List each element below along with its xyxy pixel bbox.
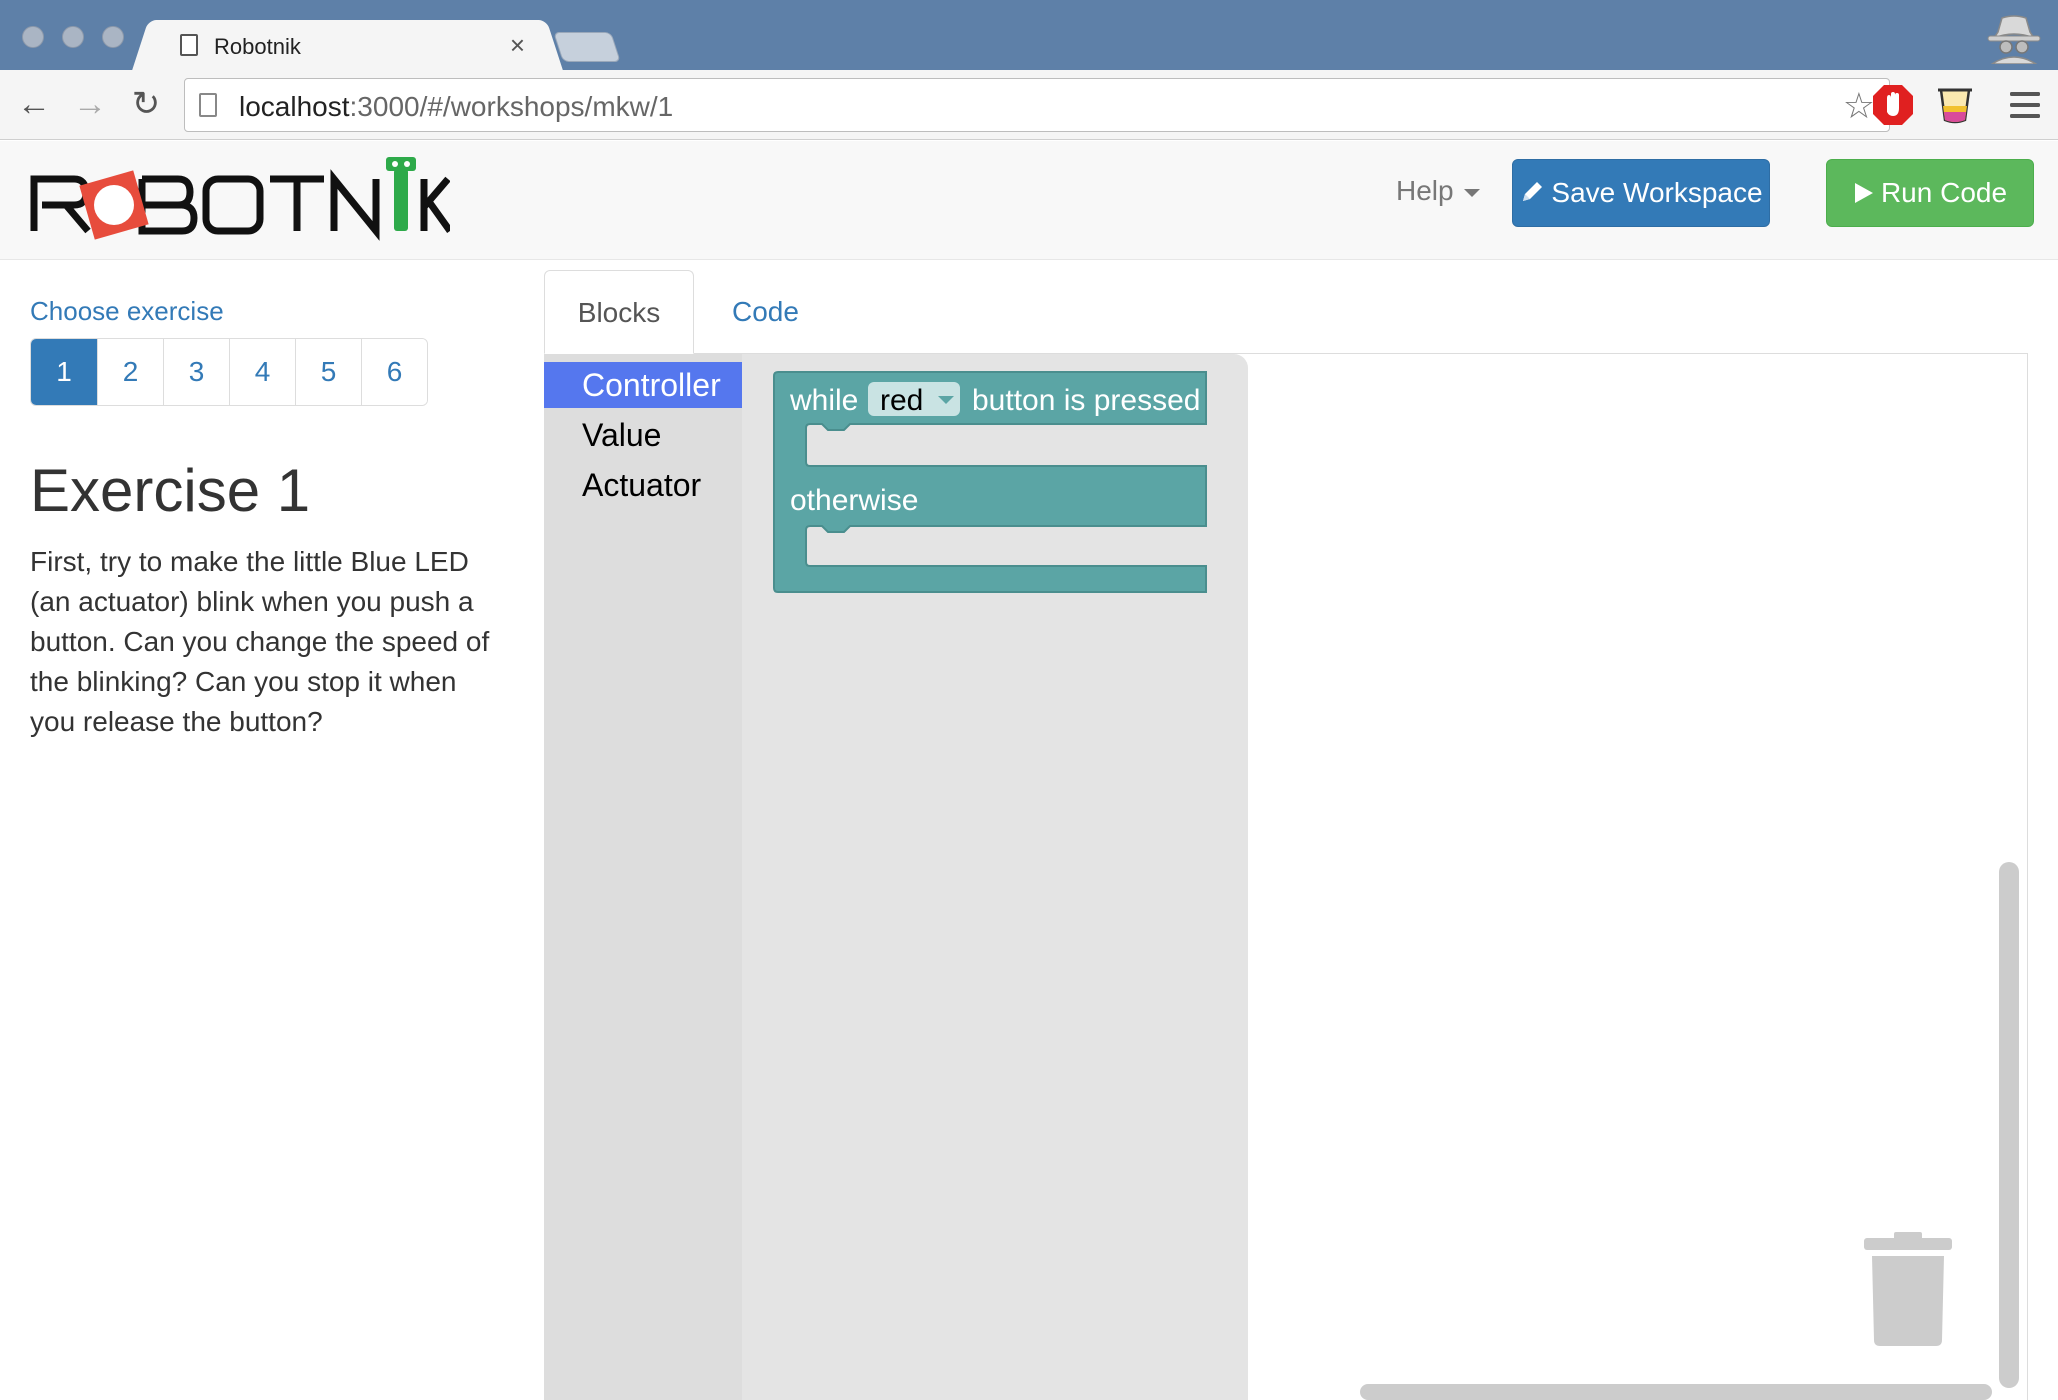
- browser-tab-title: Robotnik: [214, 34, 301, 59]
- workspace-vertical-scrollbar[interactable]: [1999, 862, 2019, 1388]
- exercise-page-2[interactable]: 2: [97, 339, 163, 405]
- address-bar[interactable]: localhost:3000/#/workshops/mkw/1 ☆: [184, 78, 1890, 132]
- back-icon[interactable]: ←: [14, 84, 54, 124]
- adblock-extension-icon[interactable]: [1870, 82, 1916, 128]
- page-icon: [180, 34, 198, 56]
- run-code-button[interactable]: Run Code: [1826, 159, 2034, 227]
- browser-titlebar: Robotnik ×: [0, 0, 2058, 72]
- incognito-icon: [1987, 15, 2041, 64]
- block-while-text: while: [789, 384, 858, 417]
- new-tab-button[interactable]: [553, 32, 621, 62]
- choose-exercise-label[interactable]: Choose exercise: [30, 296, 224, 327]
- browser-toolbar: ← → ↻ localhost:3000/#/workshops/mkw/1 ☆: [0, 70, 2058, 140]
- maximize-window-button[interactable]: [102, 26, 124, 48]
- pencil-icon: [1523, 182, 1543, 201]
- block-tail-text: button is pressed: [972, 384, 1200, 417]
- menu-icon[interactable]: [2002, 82, 2048, 128]
- address-url[interactable]: localhost:3000/#/workshops/mkw/1: [239, 91, 673, 123]
- play-icon: [1854, 183, 1873, 203]
- while-button-block[interactable]: while red button is pressed otherwise: [742, 354, 1248, 614]
- blockly-workspace[interactable]: Controller Value Actuator while red butt…: [544, 354, 2028, 1400]
- reload-icon[interactable]: ↻: [126, 84, 166, 124]
- page-icon: [199, 93, 217, 117]
- tab-close-icon[interactable]: ×: [510, 30, 525, 61]
- exercise-pagination: 1 2 3 4 5 6: [30, 338, 428, 406]
- block-dropdown-value[interactable]: red: [880, 384, 923, 417]
- workspace-horizontal-scrollbar[interactable]: [1360, 1384, 1992, 1400]
- exercise-page-6[interactable]: 6: [361, 339, 427, 405]
- extension-icon[interactable]: [1932, 82, 1978, 128]
- toolbox-category-actuator[interactable]: Actuator: [544, 462, 742, 508]
- exercise-page-3[interactable]: 3: [163, 339, 229, 405]
- tab-blocks[interactable]: Blocks: [544, 270, 694, 354]
- app-navbar: Help Save Workspace Run Code: [0, 141, 2058, 260]
- toolbox-category-controller[interactable]: Controller: [544, 362, 742, 408]
- blockly-flyout: while red button is pressed otherwise: [742, 354, 1248, 1400]
- exercise-page-1[interactable]: 1: [31, 339, 97, 405]
- caret-down-icon: [1463, 188, 1480, 197]
- robotnik-logo[interactable]: [30, 151, 450, 251]
- tab-code[interactable]: Code: [700, 270, 831, 354]
- browser-tab[interactable]: Robotnik ×: [150, 20, 545, 72]
- exercise-page-4[interactable]: 4: [229, 339, 295, 405]
- forward-icon[interactable]: →: [70, 84, 110, 124]
- help-dropdown[interactable]: Help: [1396, 175, 1480, 207]
- save-workspace-button[interactable]: Save Workspace: [1512, 159, 1770, 227]
- minimize-window-button[interactable]: [62, 26, 84, 48]
- trash-icon[interactable]: [1864, 1232, 1952, 1346]
- toolbox-category-value[interactable]: Value: [544, 412, 742, 458]
- blockly-toolbox: Controller Value Actuator: [544, 354, 742, 1400]
- block-otherwise-text: otherwise: [790, 484, 918, 517]
- exercise-description: First, try to make the little Blue LED (…: [30, 546, 490, 737]
- exercise-title: Exercise 1: [30, 457, 311, 524]
- close-window-button[interactable]: [22, 26, 44, 48]
- exercise-page-5[interactable]: 5: [295, 339, 361, 405]
